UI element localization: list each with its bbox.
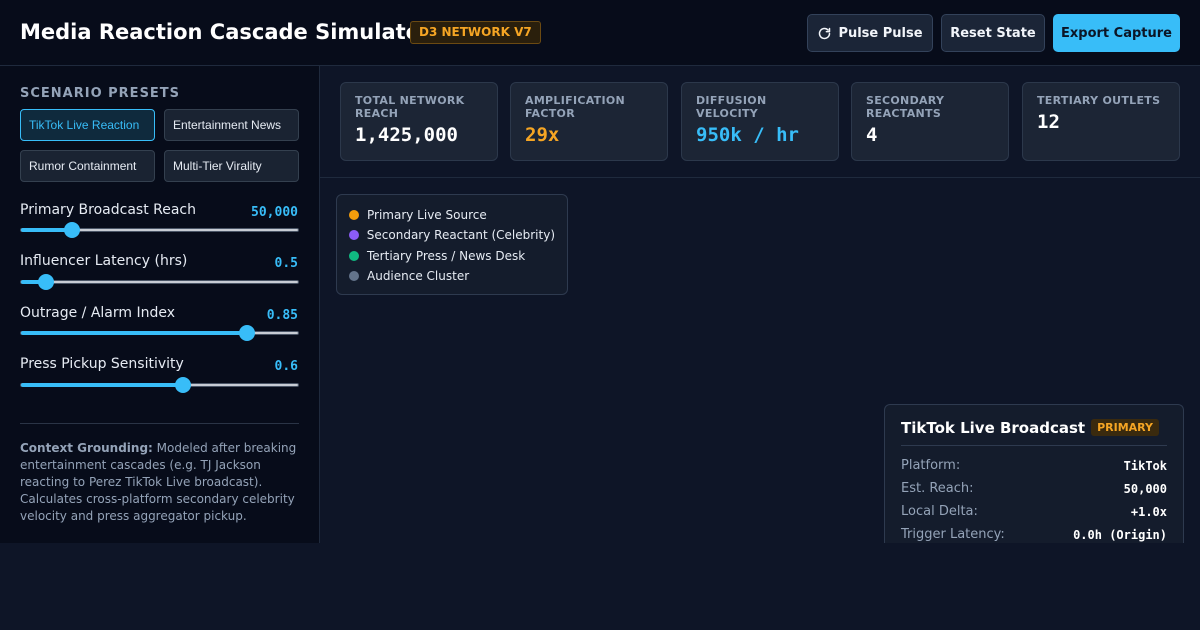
preset-rumor-containment[interactable]: Rumor Containment <box>20 150 155 182</box>
legend-item-tertiary: Tertiary Press / News Desk <box>349 246 555 266</box>
detail-divider <box>901 445 1167 446</box>
slider-value-influencer-latency: 0.5 <box>274 256 298 271</box>
legend-item-primary: Primary Live Source <box>349 205 555 225</box>
export-button-label: Export Capture <box>1061 25 1172 41</box>
slider-label-press-pickup: Press Pickup Sensitivity <box>20 356 184 372</box>
detail-row-reach: Est. Reach: 50,000 <box>901 477 1167 500</box>
slider-thumb[interactable] <box>37 274 54 290</box>
stat-tertiary-outlets: TERTIARY OUTLETS 12 <box>1022 82 1180 161</box>
stat-total-network-reach: TOTAL NETWORK REACH 1,425,000 <box>340 82 498 161</box>
legend-item-secondary: Secondary Reactant (Celebrity) <box>349 225 555 245</box>
detail-title-row: TikTok Live Broadcast PRIMARY <box>901 419 1167 437</box>
detail-value: 50,000 <box>1123 481 1167 496</box>
legend-label: Primary Live Source <box>367 208 487 223</box>
reset-button-label: Reset State <box>950 25 1036 41</box>
node-detail-card: TikTok Live Broadcast PRIMARY Platform: T… <box>884 404 1184 543</box>
context-label: Context Grounding: <box>20 441 153 455</box>
app-header: Media Reaction Cascade Simulator D3 NETW… <box>0 0 1200 66</box>
detail-key: Local Delta: <box>901 504 978 519</box>
preset-tiktok-live-reaction[interactable]: TikTok Live Reaction <box>20 109 155 141</box>
legend-label: Audience Cluster <box>367 269 470 284</box>
outrage-index-slider[interactable] <box>20 325 299 341</box>
stat-value: 29x <box>525 124 560 146</box>
preset-label: Rumor Containment <box>29 159 137 173</box>
app-title: Media Reaction Cascade Simulator <box>20 20 431 44</box>
detail-value: 0.0h (Origin) <box>1073 527 1167 542</box>
influencer-latency-slider[interactable] <box>20 274 299 290</box>
legend: Primary Live Source Secondary Reactant (… <box>336 194 568 295</box>
stat-label: TERTIARY OUTLETS <box>1037 94 1161 107</box>
detail-value: +1.0x <box>1130 504 1167 519</box>
detail-key: Platform: <box>901 458 961 473</box>
pulse-button-label: Pulse Pulse <box>838 25 923 41</box>
stat-label: AMPLIFICATION FACTOR <box>525 94 626 120</box>
reset-button[interactable]: Reset State <box>941 14 1045 52</box>
detail-title: TikTok Live Broadcast <box>901 419 1086 437</box>
slider-thumb[interactable] <box>238 325 255 341</box>
detail-row-latency: Trigger Latency: 0.0h (Origin) <box>901 523 1167 543</box>
version-badge: D3 NETWORK V7 <box>410 21 541 44</box>
detail-key: Trigger Latency: <box>901 527 1005 542</box>
context-note: Context Grounding: Modeled after breakin… <box>20 440 302 525</box>
legend-dot <box>349 250 359 261</box>
stat-label: SECONDARY REACTANTS <box>866 94 945 120</box>
preset-label: Entertainment News <box>173 118 282 132</box>
press-pickup-slider[interactable] <box>20 377 299 393</box>
export-button[interactable]: Export Capture <box>1053 14 1180 52</box>
stat-value: 1,425,000 <box>355 124 458 146</box>
stat-value: 12 <box>1037 111 1060 133</box>
stat-value: 950k / hr <box>696 124 799 146</box>
slider-thumb[interactable] <box>64 222 81 238</box>
pulse-button[interactable]: Pulse Pulse <box>807 14 933 52</box>
detail-row-platform: Platform: TikTok <box>901 454 1167 477</box>
presets-heading: SCENARIO PRESETS <box>20 86 181 101</box>
sidebar: SCENARIO PRESETS TikTok Live Reaction En… <box>0 66 320 543</box>
legend-label: Tertiary Press / News Desk <box>367 248 526 263</box>
detail-key: Est. Reach: <box>901 481 974 496</box>
slider-value-primary-reach: 50,000 <box>251 205 298 220</box>
slider-fill <box>21 383 184 387</box>
stat-label: TOTAL NETWORK REACH <box>355 94 465 120</box>
stats-bar: TOTAL NETWORK REACH 1,425,000 AMPLIFICAT… <box>320 66 1200 178</box>
stat-amplification-factor: AMPLIFICATION FACTOR 29x <box>510 82 668 161</box>
detail-badge: PRIMARY <box>1091 419 1159 436</box>
slider-thumb[interactable] <box>175 377 192 393</box>
stat-secondary-reactants: SECONDARY REACTANTS 4 <box>851 82 1009 161</box>
detail-row-delta: Local Delta: +1.0x <box>901 500 1167 523</box>
legend-item-audience: Audience Cluster <box>349 266 555 286</box>
slider-fill <box>21 331 247 335</box>
slider-value-press-pickup: 0.6 <box>274 359 298 374</box>
network-canvas[interactable]: Primary Live Source Secondary Reactant (… <box>320 178 1200 543</box>
slider-label-primary-reach: Primary Broadcast Reach <box>20 202 197 218</box>
preset-multi-tier-virality[interactable]: Multi-Tier Virality <box>164 150 299 182</box>
preset-entertainment-news[interactable]: Entertainment News <box>164 109 299 141</box>
legend-dot <box>349 271 359 282</box>
preset-label: Multi-Tier Virality <box>173 159 262 173</box>
slider-value-outrage-index: 0.85 <box>266 308 298 323</box>
sidebar-divider <box>20 423 299 424</box>
detail-value: TikTok <box>1123 458 1167 473</box>
legend-dot <box>349 210 359 221</box>
primary-reach-slider[interactable] <box>20 222 299 238</box>
stat-value: 4 <box>866 124 878 146</box>
preset-label: TikTok Live Reaction <box>29 118 140 132</box>
slider-label-outrage-index: Outrage / Alarm Index <box>20 305 176 321</box>
refresh-icon <box>817 26 832 41</box>
stat-diffusion-velocity: DIFFUSION VELOCITY 950k / hr <box>681 82 839 161</box>
stat-label: DIFFUSION VELOCITY <box>696 94 767 120</box>
legend-dot <box>349 230 359 241</box>
slider-label-influencer-latency: Influencer Latency (hrs) <box>20 253 188 269</box>
legend-label: Secondary Reactant (Celebrity) <box>366 228 555 243</box>
